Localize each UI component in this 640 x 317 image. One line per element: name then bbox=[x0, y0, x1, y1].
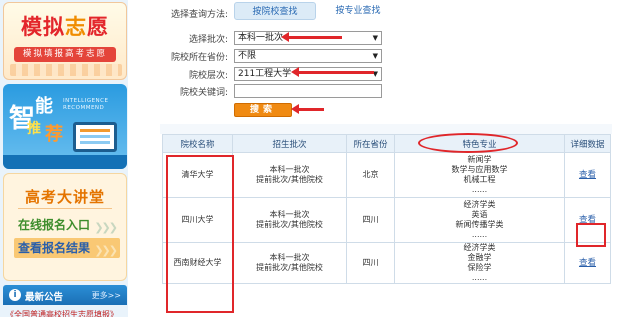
decorative-strip bbox=[10, 64, 122, 76]
smart-char-3: 推 bbox=[27, 121, 41, 137]
table-header-row: 院校名称 招生批次 所在省份 特色专业 详细数据 bbox=[162, 134, 611, 153]
notice-first-item[interactable]: 《全国普通高校招生志愿填报》 bbox=[6, 309, 128, 317]
province-select[interactable]: 不限 ▼ bbox=[234, 49, 382, 63]
view-details-link[interactable]: 查看 bbox=[579, 258, 596, 268]
online-signup-link[interactable]: 在线报名入口 ❯❯❯ bbox=[14, 215, 120, 235]
specialties-cell: 经济学类 英语 新闻传播学类...... bbox=[394, 197, 565, 243]
latest-notice-header: i 最新公告 更多>> bbox=[3, 285, 127, 305]
details-cell: 查看 bbox=[564, 152, 611, 198]
column-header-school: 院校名称 bbox=[162, 134, 233, 153]
dropdown-arrow-icon: ▼ bbox=[372, 52, 378, 60]
school-level-select[interactable]: 211工程大学 ▼ bbox=[234, 67, 382, 81]
tab-by-major[interactable]: 按专业查找 bbox=[330, 2, 386, 20]
batch-cell: 本科一批次 提前批次/其他院校 bbox=[232, 152, 347, 198]
province-cell: 四川 bbox=[346, 197, 395, 243]
smart-char-2: 能 bbox=[35, 96, 53, 117]
annotation-arrow bbox=[281, 32, 342, 42]
keyword-label: 院校关键词: bbox=[179, 88, 228, 98]
annotation-box-view-link bbox=[576, 223, 606, 247]
batch-label: 选择批次: bbox=[188, 35, 228, 45]
sidebar: 模拟志愿 模拟填报高考志愿 智 能 推 荐 INTELLIGENCE RECOM… bbox=[0, 0, 128, 317]
table-top-spacer bbox=[160, 124, 612, 134]
keyword-input[interactable] bbox=[234, 84, 382, 98]
mock-application-subtitle: 模拟填报高考志愿 bbox=[14, 47, 116, 62]
annotation-oval-specialties bbox=[418, 133, 518, 153]
query-method-label: 选择查询方法: bbox=[170, 10, 228, 20]
dropdown-arrow-icon: ▼ bbox=[372, 70, 378, 78]
mock-application-title: 模拟志愿 bbox=[21, 14, 109, 39]
batch-cell: 本科一批次 提前批次/其他院校 bbox=[232, 197, 347, 243]
notice-icon: i bbox=[9, 289, 21, 301]
school-level-label: 院校层次: bbox=[188, 71, 228, 81]
specialties-cell: 经济学类 金融学 保险学...... bbox=[394, 242, 565, 284]
view-signup-results-link[interactable]: 查看报名结果 ❯❯❯ bbox=[14, 238, 120, 258]
tab-by-school[interactable]: 按院校查找 bbox=[234, 2, 316, 20]
double-arrow-icon: ❯❯❯ bbox=[94, 244, 118, 257]
specialties-cell: 新闻学 数学与应用数学 机械工程...... bbox=[394, 152, 565, 198]
laptop-icon bbox=[73, 122, 117, 152]
search-button[interactable]: 搜索 bbox=[234, 103, 292, 117]
province-cell: 四川 bbox=[346, 242, 395, 284]
notice-more-link[interactable]: 更多>> bbox=[92, 290, 121, 301]
column-header-batch: 招生批次 bbox=[232, 134, 347, 153]
mock-application-banner[interactable]: 模拟志愿 模拟填报高考志愿 bbox=[3, 2, 127, 80]
lecture-hall-panel: 高考大讲堂 在线报名入口 ❯❯❯ 查看报名结果 ❯❯❯ bbox=[3, 173, 127, 281]
column-header-details: 详细数据 bbox=[564, 134, 611, 153]
smart-recommend-caption: INTELLIGENCE RECOMMEND bbox=[63, 98, 109, 111]
column-header-province: 所在省份 bbox=[346, 134, 395, 153]
annotation-box-school-names bbox=[166, 155, 234, 313]
smart-recommend-banner[interactable]: 智 能 推 荐 INTELLIGENCE RECOMMEND bbox=[3, 84, 127, 169]
province-cell: 北京 bbox=[346, 152, 395, 198]
batch-cell: 本科一批次 提前批次/其他院校 bbox=[232, 242, 347, 284]
banner-footer-bar bbox=[3, 155, 127, 169]
province-label: 院校所在省份: bbox=[170, 53, 228, 63]
annotation-arrow bbox=[291, 104, 324, 114]
dropdown-arrow-icon: ▼ bbox=[372, 34, 378, 42]
divider bbox=[18, 208, 112, 209]
lecture-hall-title: 高考大讲堂 bbox=[24, 188, 105, 206]
smart-char-4: 荐 bbox=[45, 124, 63, 145]
details-cell: 查看 bbox=[564, 242, 611, 284]
view-details-link[interactable]: 查看 bbox=[579, 170, 596, 180]
double-arrow-icon: ❯❯❯ bbox=[94, 221, 118, 234]
annotation-arrow bbox=[291, 67, 374, 77]
notice-title: 最新公告 bbox=[25, 292, 64, 303]
